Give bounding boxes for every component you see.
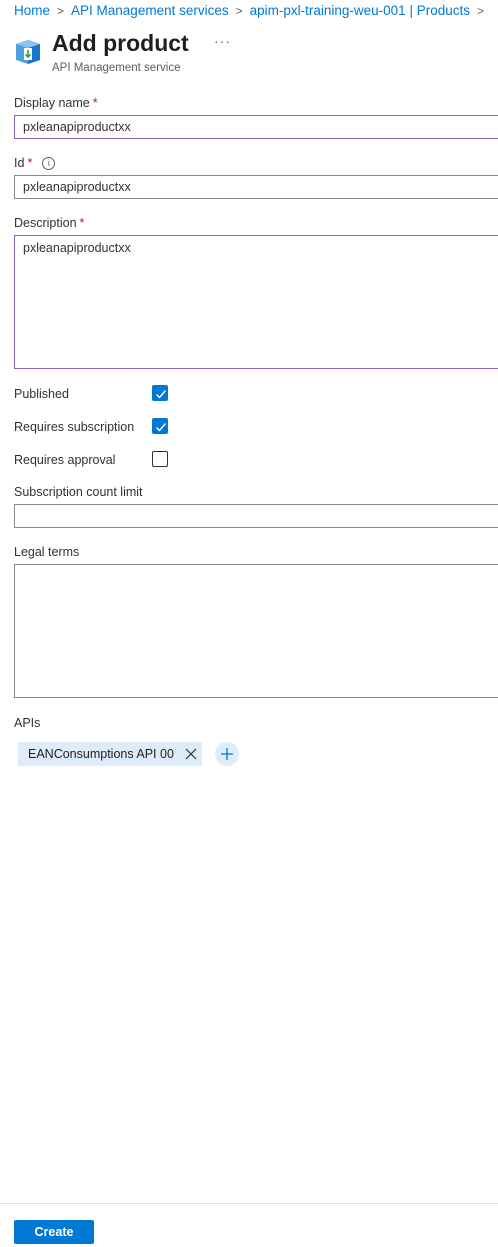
published-label: Published <box>14 387 69 401</box>
breadcrumb-instance-products[interactable]: apim-pxl-training-weu-001 | Products <box>250 3 470 18</box>
add-api-button[interactable] <box>215 742 239 766</box>
info-icon[interactable]: i <box>42 157 56 170</box>
published-checkbox[interactable] <box>152 385 168 401</box>
subscription-count-limit-label: Subscription count limit <box>14 485 143 499</box>
description-textarea[interactable]: pxleanapiproductxx <box>14 235 498 369</box>
display-name-label: Display name * <box>14 96 98 110</box>
api-tag: EANConsumptions API 00 <box>18 742 202 766</box>
requires-subscription-checkbox[interactable] <box>152 418 168 434</box>
more-options-icon[interactable]: ··· <box>214 33 231 49</box>
id-input[interactable]: pxleanapiproductxx <box>14 175 498 199</box>
create-button[interactable]: Create <box>14 1220 94 1244</box>
remove-api-close-icon[interactable] <box>184 747 198 761</box>
plus-icon <box>221 748 233 760</box>
legal-terms-textarea[interactable] <box>14 564 498 698</box>
requires-approval-checkbox[interactable] <box>152 451 168 467</box>
api-tag-label: EANConsumptions API 00 <box>28 747 174 761</box>
legal-terms-label: Legal terms <box>14 545 80 559</box>
required-marker: * <box>79 216 85 230</box>
description-label: Description * <box>14 216 85 230</box>
product-cube-icon <box>16 40 40 64</box>
footer-divider <box>0 1203 498 1204</box>
apis-label: APIs <box>14 716 41 730</box>
required-marker: * <box>92 96 98 110</box>
page-title: Add product <box>52 30 189 56</box>
id-label: Id * i <box>14 156 56 170</box>
breadcrumb-home[interactable]: Home <box>14 3 50 18</box>
breadcrumb: Home > API Management services > apim-pxl-tr… <box>14 3 491 18</box>
chevron-right-icon: > <box>57 4 65 18</box>
subscription-count-limit-input[interactable] <box>14 504 498 528</box>
requires-subscription-label: Requires subscription <box>14 420 135 434</box>
requires-approval-label: Requires approval <box>14 453 116 467</box>
display-name-input[interactable]: pxleanapiproductxx <box>14 115 498 139</box>
checkmark-icon <box>156 390 167 399</box>
breadcrumb-api-management-services[interactable]: API Management services <box>71 3 229 18</box>
required-marker: * <box>27 156 33 170</box>
chevron-right-icon: > <box>476 4 484 18</box>
checkmark-icon <box>156 423 167 432</box>
page-subtitle: API Management service <box>52 62 181 74</box>
chevron-right-icon: > <box>235 4 243 18</box>
